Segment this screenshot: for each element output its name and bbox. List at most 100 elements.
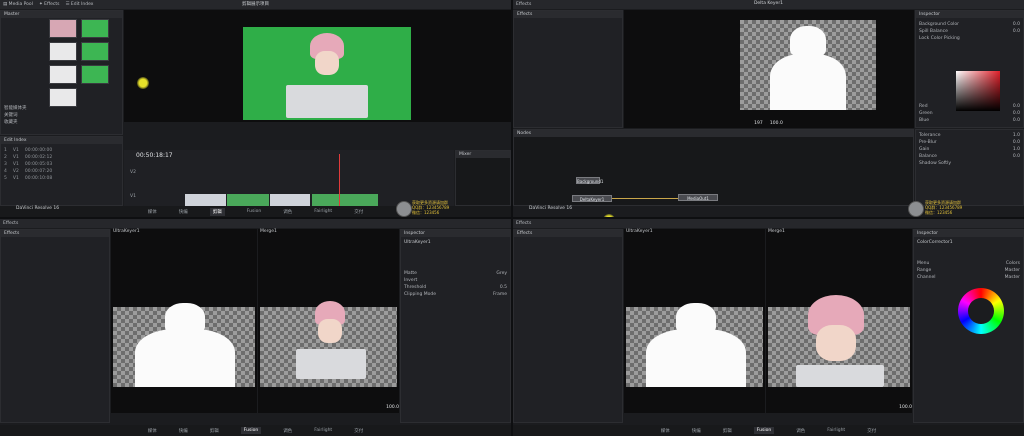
laptop: [286, 85, 368, 118]
table-row[interactable]: 3 V1 00:00:05:03: [4, 161, 52, 168]
inspector-row[interactable]: Tolerance 1.0: [916, 132, 1023, 139]
page-deliver[interactable]: 交付: [354, 428, 363, 434]
page-color[interactable]: 调色: [796, 428, 805, 434]
inspector-row[interactable]: Clipping Mode Frame: [401, 291, 510, 298]
effects-button[interactable]: Effects: [3, 221, 18, 226]
effects-button[interactable]: Effects: [516, 2, 531, 7]
inspector-row[interactable]: Red 0.0: [916, 103, 1023, 110]
fusion-viewer[interactable]: [624, 10, 914, 128]
clip-thumbnail[interactable]: [49, 42, 77, 61]
right-viewer-label: Merge1: [260, 229, 277, 234]
table-row[interactable]: 4 V2 00:00:07:20: [4, 168, 52, 175]
edit-index-rows: 1 V1 00:00:00:00 2 V1 00:00:02:12 3 V1 00:00:0…: [4, 147, 52, 182]
page-deliver[interactable]: 交付: [867, 428, 876, 434]
effects-library-panel: Effects: [513, 229, 623, 423]
page-fusion[interactable]: Fusion: [247, 209, 261, 214]
page-fusion[interactable]: Fusion: [240, 427, 262, 434]
fusion-top-toolbar: Effects: [513, 219, 1024, 228]
page-navigation-bar: 媒体 快编 剪辑 Fusion 调色 Fairlight 交付: [0, 425, 511, 436]
node-background[interactable]: Background1: [576, 177, 603, 184]
clip-thumbnail[interactable]: [81, 42, 109, 61]
fusion-top-toolbar: Effects: [513, 0, 1024, 9]
page-cut[interactable]: 快编: [179, 209, 188, 215]
frame-ruler[interactable]: 100.0: [111, 405, 399, 412]
inspector-row[interactable]: Shadow Softly: [916, 160, 1023, 167]
timeline-panel[interactable]: 00:50:18:17 V2 V1: [124, 150, 454, 208]
node-media-out[interactable]: MediaOut1: [678, 194, 718, 201]
clip-thumbnail[interactable]: [81, 19, 109, 38]
page-edit[interactable]: 剪辑: [210, 428, 219, 434]
clip-thumbnail[interactable]: [49, 19, 77, 38]
keywords-label[interactable]: 关键词: [4, 112, 27, 119]
effects-button[interactable]: Effects: [516, 221, 531, 226]
inspector-row[interactable]: Balance 0.0: [916, 153, 1023, 160]
track-v2-label: V2: [130, 170, 136, 175]
page-fairlight[interactable]: Fairlight: [827, 428, 845, 433]
page-deliver[interactable]: 交付: [354, 209, 363, 215]
inspector-row[interactable]: Background Color 0.0: [916, 21, 1023, 28]
table-row[interactable]: 1 V1 00:00:00:00: [4, 147, 52, 154]
timeline-playhead[interactable]: [339, 154, 340, 206]
right-viewer[interactable]: Merge1: [258, 229, 399, 413]
inspector-row[interactable]: Channel Master: [914, 274, 1023, 281]
effects-button[interactable]: ✦ Effects: [39, 2, 60, 7]
end-frame: 100.0: [769, 121, 783, 126]
source-viewer[interactable]: [124, 10, 511, 122]
media-pool-button[interactable]: ▤ Media Pool: [3, 2, 33, 7]
edit-index-button[interactable]: ☰ Edit Index: [65, 2, 93, 7]
table-row[interactable]: 2 V1 00:00:02:12: [4, 154, 52, 161]
clip-thumbnail[interactable]: [81, 65, 109, 84]
collections-label[interactable]: 收藏夹: [4, 119, 27, 126]
nodes-header: Nodes: [514, 130, 913, 137]
current-frame: 197: [754, 121, 763, 126]
page-media[interactable]: 媒体: [148, 428, 157, 434]
inspector-row[interactable]: Pre-Blur 0.0: [916, 139, 1023, 146]
end-frame: 100.0: [386, 405, 399, 410]
right-viewer[interactable]: Merge1: [766, 229, 912, 413]
frame-ruler[interactable]: 100.0: [624, 405, 912, 412]
clip-thumbnail[interactable]: [49, 65, 77, 84]
inspector-row[interactable]: Green 0.0: [916, 110, 1023, 117]
smart-bins-label[interactable]: 智能媒体夹: [4, 105, 27, 112]
inspector-row[interactable]: Threshold 0.5: [401, 284, 510, 291]
laptop: [796, 365, 884, 387]
node-editor-panel[interactable]: Nodes Background1 DeltaKeyer1 MediaOut1: [513, 129, 914, 217]
right-viewer-label: Merge1: [768, 229, 785, 234]
page-edit[interactable]: 剪辑: [723, 428, 732, 434]
page-media[interactable]: 媒体: [148, 209, 157, 215]
promo-text: 获取更多资源请加群 QQ群：123456789 微信：123456: [925, 200, 963, 215]
page-media[interactable]: 媒体: [661, 428, 670, 434]
composite-view: [260, 301, 397, 387]
page-color[interactable]: 调色: [283, 209, 292, 215]
page-edit[interactable]: 剪辑: [209, 207, 225, 216]
timeline-timecode: 00:50:18:17: [136, 152, 173, 159]
left-viewer-label: UltraKeyer1: [113, 229, 140, 234]
subject-face: [816, 325, 856, 361]
left-viewer[interactable]: UltraKeyer1: [624, 229, 765, 413]
page-fairlight[interactable]: Fairlight: [314, 428, 332, 433]
inspector-row[interactable]: Range Master: [914, 267, 1023, 274]
inspector-row[interactable]: Lock Color Picking: [916, 35, 1023, 42]
matte-body: [770, 54, 846, 110]
clip-thumbnail[interactable]: [49, 88, 77, 107]
table-row[interactable]: 5 V1 00:00:10:08: [4, 175, 52, 182]
frame-ruler[interactable]: 197 100.0: [513, 121, 1024, 128]
inspector-panel: Inspector UltraKeyer1 Matte Grey Invert T…: [400, 229, 511, 423]
inspector-row[interactable]: Invert: [401, 277, 510, 284]
inspector-panel: Inspector ColorCorrector1 Menu Colors Ran…: [913, 229, 1024, 436]
inspector-row[interactable]: Gain 1.0: [916, 146, 1023, 153]
page-cut[interactable]: 快编: [179, 428, 188, 434]
inspector-header: Inspector: [916, 11, 1023, 18]
inspector-panel: Inspector Background Color 0.0 Spill Bala…: [915, 10, 1024, 128]
page-fairlight[interactable]: Fairlight: [314, 209, 332, 214]
inspector-row[interactable]: Matte Grey: [401, 270, 510, 277]
color-wheel[interactable]: [958, 288, 1004, 334]
page-color[interactable]: 调色: [283, 428, 292, 434]
inspector-row[interactable]: Spill Balance 0.0: [916, 28, 1023, 35]
node-delta-keyer[interactable]: DeltaKeyer1: [572, 195, 612, 202]
page-fusion[interactable]: Fusion: [753, 427, 775, 434]
left-viewer[interactable]: UltraKeyer1: [111, 229, 257, 413]
inspector-row[interactable]: Menu Colors: [914, 260, 1023, 267]
media-pool-panel: Master 智能媒体夹 关键词 收藏夹: [0, 10, 123, 135]
page-cut[interactable]: 快编: [692, 428, 701, 434]
